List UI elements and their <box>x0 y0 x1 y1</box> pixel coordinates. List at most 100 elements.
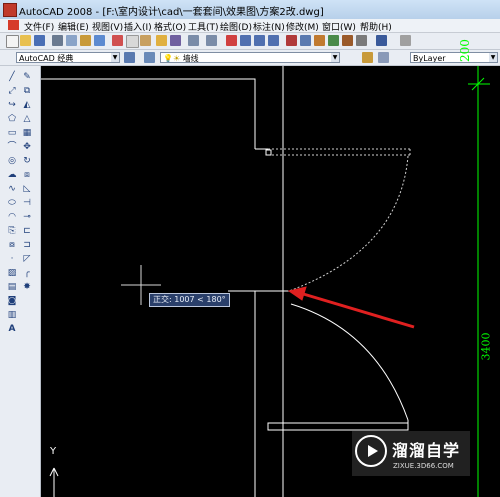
menu-edit[interactable]: 编辑(E) <box>58 20 89 33</box>
menu-tools[interactable]: 工具(T) <box>188 20 219 33</box>
array-icon[interactable]: ▦ <box>22 128 32 138</box>
table-icon[interactable]: ▥ <box>7 310 17 320</box>
chamfer-icon[interactable]: ◸ <box>22 254 32 264</box>
pan-icon[interactable] <box>226 35 237 46</box>
menu-view[interactable]: 视图(V) <box>92 20 123 33</box>
chevron-down-icon: ▼ <box>331 53 339 62</box>
menu-insert[interactable]: 插入(I) <box>124 20 152 33</box>
dimension-text-top: 200 <box>458 39 472 62</box>
construction-line-icon[interactable]: ⤢ <box>7 86 17 96</box>
copy-object-icon[interactable]: ⧉ <box>22 86 32 96</box>
grip-handle <box>265 149 272 156</box>
properties-icon[interactable] <box>286 35 297 46</box>
extend-icon[interactable]: ⊸ <box>22 212 32 222</box>
draw-modify-toolbars: ╱ ✎ ⤢ ⧉ ↪ ◭ ⬠ △ ▭ ▦ ⌒ ✥ ◎ ↻ ☁ ⧈ ∿ ◺ ⬭ ⊣ … <box>0 66 41 497</box>
stretch-icon[interactable]: ◺ <box>22 184 32 194</box>
ellipse-icon[interactable]: ⬭ <box>7 198 17 208</box>
point-icon[interactable]: · <box>7 254 17 264</box>
sheet-set-icon[interactable] <box>328 35 339 46</box>
publish-icon[interactable] <box>80 35 91 46</box>
break-icon[interactable]: ⊏ <box>22 226 32 236</box>
insert-block-icon[interactable]: ⎘ <box>7 226 17 236</box>
gradient-icon[interactable]: ▤ <box>7 282 17 292</box>
text-style-icon[interactable] <box>400 35 411 46</box>
revision-cloud-icon[interactable]: ☁ <box>7 170 17 180</box>
redo-icon[interactable] <box>206 35 217 46</box>
layer-manager-icon[interactable] <box>144 52 155 63</box>
layer-previous-icon[interactable] <box>378 52 389 63</box>
ucs-y-label: Y <box>50 446 57 457</box>
paste-icon[interactable] <box>140 35 151 46</box>
polygon-icon[interactable]: ⬠ <box>7 114 17 124</box>
arrow-head-icon <box>287 286 307 301</box>
polyline-icon[interactable]: ↪ <box>7 100 17 110</box>
standard-toolbar <box>0 33 500 50</box>
erase-icon[interactable]: ✎ <box>22 72 32 82</box>
dimension-text-3400: 3400 <box>479 332 493 361</box>
trim-icon[interactable]: ⊣ <box>22 198 32 208</box>
properties-toolbar: AutoCAD 经典 ▼ 💡☀ 墙线 ▼ ByLayer ▼ <box>0 50 500 66</box>
circle-icon[interactable]: ◎ <box>7 156 17 166</box>
new-icon[interactable] <box>6 35 19 48</box>
print-icon[interactable] <box>52 35 63 46</box>
copy-icon[interactable] <box>126 35 139 48</box>
block-editor-icon[interactable] <box>170 35 181 46</box>
save-icon[interactable] <box>34 35 45 46</box>
workspace-select[interactable]: AutoCAD 经典 ▼ <box>16 52 120 63</box>
arc-icon[interactable]: ⌒ <box>7 142 17 152</box>
explode-icon[interactable]: ✸ <box>22 282 32 292</box>
move-icon[interactable]: ✥ <box>22 142 32 152</box>
preview-arc <box>288 155 409 292</box>
annotation-arrow <box>299 291 415 329</box>
window-title: AutoCAD 2008 - [F:\室内设计\cad\一套套间\效果图\方案2… <box>19 7 324 18</box>
join-icon[interactable]: ⊐ <box>22 240 32 250</box>
help-icon[interactable] <box>376 35 387 46</box>
watermark-url: ZIXUE.3D66.COM <box>393 462 454 470</box>
menu-window[interactable]: 窗口(W) <box>322 20 356 33</box>
open-icon[interactable] <box>20 35 31 46</box>
color-select[interactable]: ByLayer ▼ <box>410 52 498 63</box>
rotate-icon[interactable]: ↻ <box>22 156 32 166</box>
menu-modify[interactable]: 修改(M) <box>286 20 319 33</box>
zoom-previous-icon[interactable] <box>268 35 279 46</box>
menu-dimension[interactable]: 标注(N) <box>253 20 285 33</box>
fillet-icon[interactable]: ╭ <box>22 268 32 278</box>
quickcalc-icon[interactable] <box>356 35 367 46</box>
watermark-name: 溜溜自学 <box>392 441 461 460</box>
design-center-icon[interactable] <box>300 35 311 46</box>
autocad-menu-icon[interactable] <box>8 20 19 30</box>
hatch-icon[interactable]: ▨ <box>7 268 17 278</box>
ucs-y-arrow <box>53 467 59 477</box>
line-icon[interactable]: ╱ <box>7 72 17 82</box>
multiline-text-icon[interactable]: A <box>7 324 17 334</box>
region-icon[interactable]: ◙ <box>7 296 17 306</box>
plot-preview-icon[interactable] <box>66 35 77 46</box>
dynamic-input-tooltip: 正交: 1007 < 180° <box>149 293 230 307</box>
layer-select[interactable]: 💡☀ 墙线 ▼ <box>160 52 340 63</box>
ucs-y-arrow <box>49 467 55 477</box>
play-logo-icon <box>355 435 387 467</box>
spline-icon[interactable]: ∿ <box>7 184 17 194</box>
rectangle-icon[interactable]: ▭ <box>7 128 17 138</box>
zoom-realtime-icon[interactable] <box>240 35 251 46</box>
match-properties-icon[interactable] <box>156 35 167 46</box>
3d-dwf-icon[interactable] <box>94 35 105 46</box>
offset-icon[interactable]: △ <box>22 114 32 124</box>
make-layer-current-icon[interactable] <box>362 52 373 63</box>
workspace-settings-icon[interactable] <box>124 52 135 63</box>
make-block-icon[interactable]: ⧇ <box>7 240 17 250</box>
markup-icon[interactable] <box>342 35 353 46</box>
cut-icon[interactable] <box>112 35 123 46</box>
chevron-down-icon: ▼ <box>111 53 119 62</box>
undo-icon[interactable] <box>188 35 199 46</box>
menu-draw[interactable]: 绘图(D) <box>220 20 252 33</box>
title-bar: AutoCAD 2008 - [F:\室内设计\cad\一套套间\效果图\方案2… <box>0 0 500 20</box>
scale-icon[interactable]: ⧈ <box>22 170 32 180</box>
menu-format[interactable]: 格式(O) <box>154 20 186 33</box>
mirror-icon[interactable]: ◭ <box>22 100 32 110</box>
zoom-window-icon[interactable] <box>254 35 265 46</box>
ellipse-arc-icon[interactable]: ◠ <box>7 212 17 222</box>
menu-help[interactable]: 帮助(H) <box>360 20 392 33</box>
menu-file[interactable]: 文件(F) <box>24 20 54 33</box>
tool-palettes-icon[interactable] <box>314 35 325 46</box>
